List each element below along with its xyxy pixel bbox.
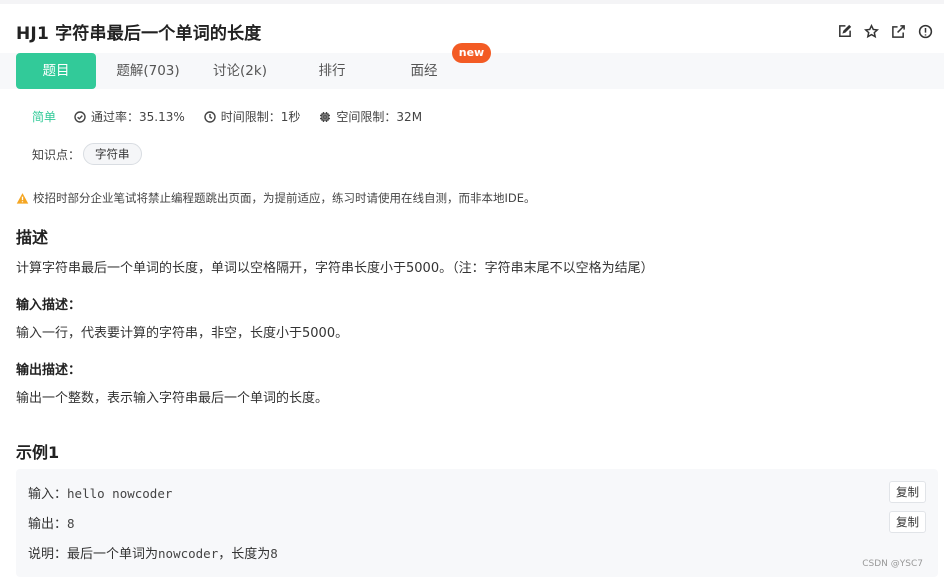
knowledge-tag[interactable]: 字符串: [83, 143, 142, 165]
star-icon[interactable]: [862, 22, 880, 40]
warning-text: 校招时部分企业笔试将禁止编程题跳出页面，为提前适应，练习时请使用在线自测，而非本…: [33, 191, 536, 205]
example-box: 输入：hello nowcoder 复制 输出：8 复制 说明：最后一个单词为n…: [16, 469, 938, 577]
example-output-label: 输出：: [28, 517, 68, 532]
output-desc-text: 输出一个整数，表示输入字符串最后一个单词的长度。: [16, 391, 329, 406]
example-explain-num: 8: [270, 546, 278, 561]
example-output: 输出：8: [28, 513, 75, 532]
example-explain-tail: ，长度为: [218, 547, 271, 562]
example-explain-label: 说明：: [28, 547, 68, 562]
pass-rate-text: 通过率：35.13%: [91, 110, 185, 124]
example-input: 输入：hello nowcoder: [28, 483, 172, 502]
warning-icon: [16, 192, 29, 204]
time-limit: 时间限制：1秒: [204, 108, 301, 125]
copy-output-button[interactable]: 复制: [889, 511, 926, 533]
title-toolbar: [835, 22, 934, 40]
input-desc-text: 输入一行，代表要计算的字符串，非空，长度小于5000。: [16, 326, 349, 341]
example-output-value: 8: [67, 516, 75, 531]
check-circle-icon: [74, 110, 86, 123]
time-limit-text: 时间限制：1秒: [220, 110, 301, 124]
warning-notice: 校招时部分企业笔试将禁止编程题跳出页面，为提前适应，练习时请使用在线自测，而非本…: [16, 190, 536, 206]
top-border: [0, 0, 944, 4]
example-explain-code: nowcoder: [158, 546, 219, 561]
share-icon[interactable]: [889, 22, 907, 40]
tab-problem[interactable]: 题目: [16, 53, 96, 89]
example-explanation: 说明：最后一个单词为nowcoder，长度为8: [28, 543, 278, 562]
edit-icon[interactable]: [835, 22, 853, 40]
new-badge: new: [452, 43, 491, 63]
clock-icon: [204, 110, 216, 123]
description-text: 计算字符串最后一个单词的长度，单词以空格隔开，字符串长度小于5000。（注：字符…: [16, 261, 654, 276]
tab-solutions[interactable]: 题解(703): [108, 53, 188, 89]
knowledge-points: 知识点： 字符串: [32, 143, 142, 165]
csdn-watermark: CSDN @YSC7: [862, 559, 923, 569]
page-title: HJ1 字符串最后一个单词的长度: [16, 24, 262, 44]
problem-meta: 简单 通过率：35.13% 时间限制：1秒 空间限制：32M: [32, 108, 441, 125]
pass-rate: 通过率：35.13%: [74, 108, 185, 125]
output-desc-heading: 输出描述：: [16, 363, 82, 378]
copy-input-button[interactable]: 复制: [889, 481, 926, 503]
example-heading: 示例1: [16, 443, 60, 462]
input-desc-heading: 输入描述：: [16, 298, 82, 313]
difficulty-label: 简单: [32, 110, 57, 124]
example-explain-text: 最后一个单词为: [67, 547, 159, 562]
memory-limit: 空间限制：32M: [319, 108, 422, 125]
memory-limit-text: 空间限制：32M: [336, 110, 423, 124]
example-input-value: hello nowcoder: [67, 486, 173, 501]
example-input-label: 输入：: [28, 487, 68, 502]
chip-icon: [320, 111, 331, 122]
tab-ranking[interactable]: 排行: [292, 53, 372, 89]
knowledge-label: 知识点：: [32, 147, 81, 162]
info-icon[interactable]: [916, 22, 934, 40]
tab-interview[interactable]: 面经: [384, 53, 464, 89]
description-heading: 描述: [16, 228, 49, 247]
tab-discussion[interactable]: 讨论(2k): [200, 53, 280, 89]
